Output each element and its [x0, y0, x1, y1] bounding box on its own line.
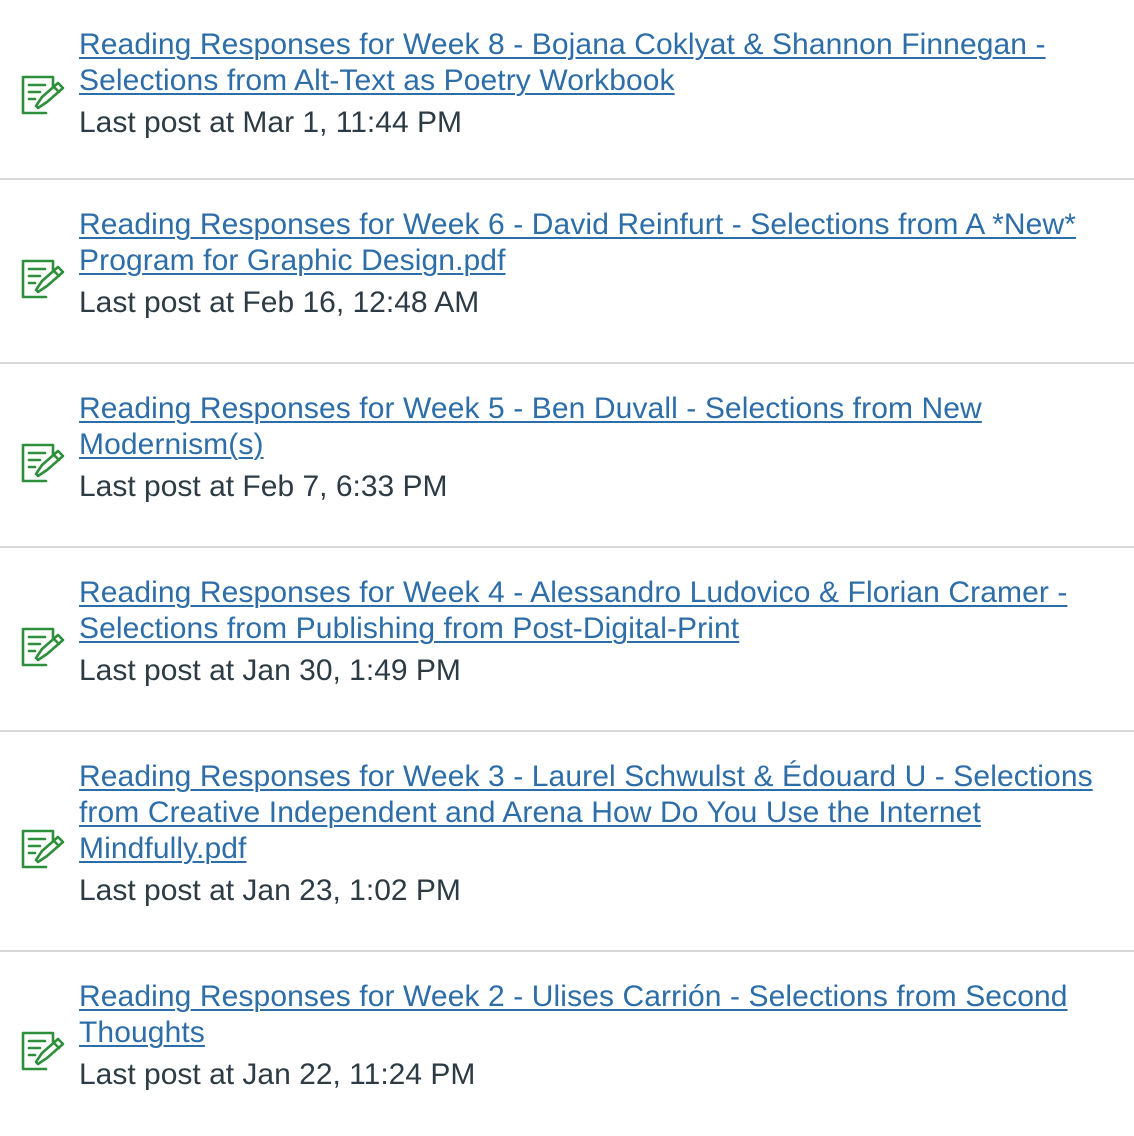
list-item: Reading Responses for Week 3 - Laurel Sc… — [0, 732, 1134, 952]
discussion-title-link[interactable]: Reading Responses for Week 4 - Alessandr… — [79, 575, 1104, 647]
discussion-title-link[interactable]: Reading Responses for Week 2 - Ulises Ca… — [79, 979, 1104, 1051]
discussion-title-link[interactable]: Reading Responses for Week 3 - Laurel Sc… — [79, 759, 1104, 867]
discussion-icon — [20, 73, 66, 115]
list-item: Reading Responses for Week 8 - Bojana Co… — [0, 0, 1134, 180]
list-item: Reading Responses for Week 2 - Ulises Ca… — [0, 952, 1134, 1136]
last-post-text: Last post at Jan 22, 11:24 PM — [79, 1058, 476, 1091]
discussion-title-link[interactable]: Reading Responses for Week 5 - Ben Duval… — [79, 391, 1104, 463]
discussion-icon — [20, 827, 66, 869]
last-post-text: Last post at Feb 7, 6:33 PM — [79, 470, 448, 503]
discussion-title-link[interactable]: Reading Responses for Week 8 - Bojana Co… — [79, 27, 1104, 99]
discussion-icon — [20, 441, 66, 483]
last-post-text: Last post at Jan 30, 1:49 PM — [79, 654, 461, 687]
discussion-list: Reading Responses for Week 8 - Bojana Co… — [0, 0, 1134, 1136]
discussion-title-link[interactable]: Reading Responses for Week 6 - David Rei… — [79, 207, 1104, 279]
last-post-text: Last post at Mar 1, 11:44 PM — [79, 106, 462, 139]
list-item: Reading Responses for Week 6 - David Rei… — [0, 180, 1134, 364]
last-post-text: Last post at Jan 23, 1:02 PM — [79, 874, 461, 907]
last-post-text: Last post at Feb 16, 12:48 AM — [79, 286, 480, 319]
list-item: Reading Responses for Week 5 - Ben Duval… — [0, 364, 1134, 548]
discussion-icon — [20, 257, 66, 299]
discussion-icon — [20, 625, 66, 667]
list-item: Reading Responses for Week 4 - Alessandr… — [0, 548, 1134, 732]
discussion-icon — [20, 1029, 66, 1071]
